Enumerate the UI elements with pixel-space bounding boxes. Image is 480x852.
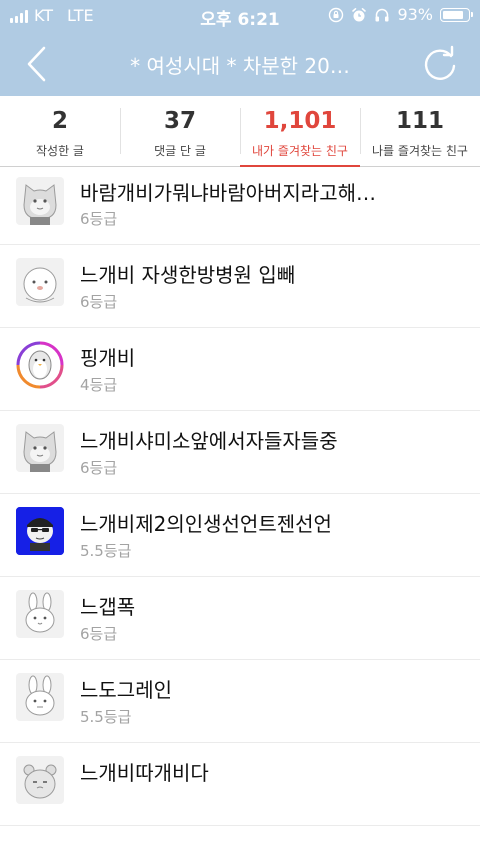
friend-name: 느개비따개비다 (80, 761, 209, 785)
bear-character-avatar (16, 756, 64, 804)
list-item[interactable]: 느개비따개비다 (0, 743, 480, 826)
list-item[interactable]: 바람개비가뭐냐바람아버지라고해… 6등급 (0, 167, 480, 245)
friend-list: 바람개비가뭐냐바람아버지라고해… 6등급 느개비 자생한방병원 입빼 6등급 핑… (0, 167, 480, 826)
stat-value: 37 (163, 108, 196, 134)
stat-value: 111 (395, 108, 444, 134)
friend-name: 바람개비가뭐냐바람아버지라고해… (80, 181, 376, 205)
friend-grade: 6등급 (80, 210, 118, 228)
friend-grade: 4등급 (80, 376, 118, 394)
rabbit-character-avatar (16, 673, 64, 721)
cat-character-avatar (16, 424, 64, 472)
round-character-avatar (16, 258, 64, 306)
stat-label: 나를 즐겨찾는 친구 (372, 144, 468, 158)
page-title: * 여성시대 * 차분한 20… (130, 54, 350, 78)
stat-label: 댓글 단 글 (154, 144, 206, 158)
stats-tabs: 2 작성한 글 37 댓글 단 글 1,101 내가 즐겨찾는 친구 111 나… (0, 96, 480, 167)
rabbit-character-avatar (16, 590, 64, 638)
list-item[interactable]: 느갭폭 6등급 (0, 577, 480, 660)
friend-name: 느개비제2의인생선언트젠선언 (80, 512, 332, 536)
tab-followers[interactable]: 111 나를 즐겨찾는 친구 (360, 96, 480, 166)
friend-name: 핑개비 (80, 346, 136, 370)
friend-grade: 6등급 (80, 293, 118, 311)
cat-character-avatar (16, 177, 64, 225)
status-right: 93% (328, 5, 473, 24)
list-item[interactable]: 핑개비 4등급 (0, 328, 480, 411)
friend-grade: 5.5등급 (80, 542, 132, 560)
friend-name: 느갭폭 (80, 595, 136, 619)
headphones-icon (375, 8, 389, 21)
friend-name: 느개비 자생한방병원 입빼 (80, 263, 296, 287)
back-button[interactable] (20, 42, 56, 86)
status-bar: KT LTE 오후 6:21 93% (0, 0, 480, 32)
penguin-ring-avatar (16, 341, 64, 389)
chevron-left-icon (27, 46, 46, 82)
blue-character-avatar (16, 507, 64, 555)
stat-label: 작성한 글 (36, 144, 84, 158)
tab-commented-posts[interactable]: 37 댓글 단 글 (120, 96, 240, 166)
refresh-button[interactable] (420, 44, 460, 84)
tab-written-posts[interactable]: 2 작성한 글 (0, 96, 120, 166)
tab-my-favorite-friends[interactable]: 1,101 내가 즐겨찾는 친구 (240, 96, 360, 167)
alarm-icon (352, 7, 367, 21)
stat-value: 2 (51, 108, 68, 134)
app-header: KT LTE 오후 6:21 93% * 여성시대 * 차분한 20… (0, 0, 480, 96)
list-item[interactable]: 느개비제2의인생선언트젠선언 5.5등급 (0, 494, 480, 577)
stat-value: 1,101 (263, 108, 337, 134)
orientation-lock-icon (329, 7, 344, 22)
list-item[interactable]: 느개비 자생한방병원 입빼 6등급 (0, 245, 480, 328)
battery-percent: 93% (397, 5, 433, 24)
friend-name: 느개비샤미소앞에서자들자들중 (80, 429, 338, 453)
list-item[interactable]: 느도그레인 5.5등급 (0, 660, 480, 743)
friend-grade: 6등급 (80, 459, 118, 477)
friend-grade: 6등급 (80, 625, 118, 643)
stat-label: 내가 즐겨찾는 친구 (252, 144, 348, 158)
refresh-icon (424, 45, 456, 80)
list-item[interactable]: 느개비샤미소앞에서자들자들중 6등급 (0, 411, 480, 494)
friend-grade: 5.5등급 (80, 708, 132, 726)
battery-fill (443, 10, 463, 19)
navigation-bar: * 여성시대 * 차분한 20… (0, 32, 480, 96)
battery-icon (440, 7, 473, 22)
friend-name: 느도그레인 (80, 678, 172, 702)
